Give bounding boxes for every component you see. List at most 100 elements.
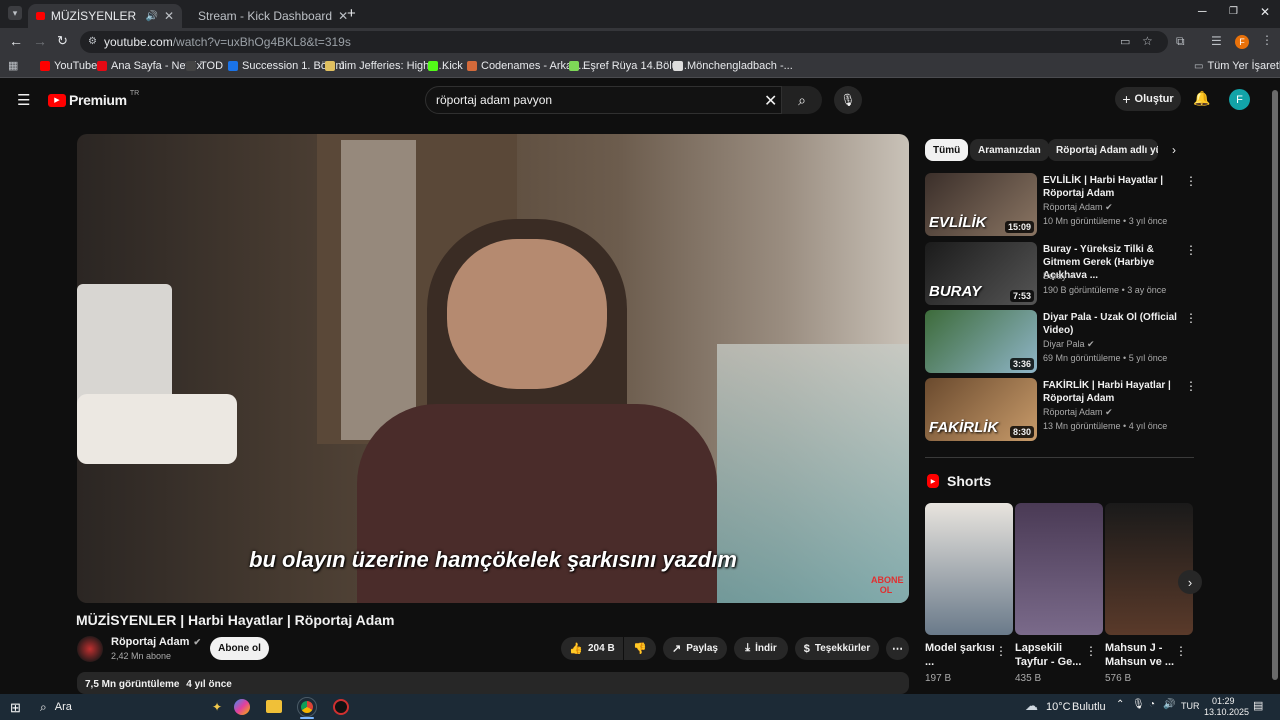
clock-time[interactable]: 01:29 xyxy=(1212,696,1235,706)
window-close-icon[interactable]: ✕ xyxy=(1260,5,1270,19)
taskbar-search[interactable]: ⌕ Ara ✦ xyxy=(32,697,222,717)
share-button[interactable]: ↗ Paylaş xyxy=(663,637,727,660)
subscribe-label: Abone ol xyxy=(218,643,261,654)
short-thumbnail[interactable] xyxy=(925,503,1013,635)
related-channel[interactable]: Röportaj Adam ✔ xyxy=(1043,407,1113,418)
taskbar-search-label: Ara xyxy=(54,701,72,713)
channel-name[interactable]: Röportaj Adam ✔ xyxy=(111,636,201,648)
bookmark-star-icon[interactable]: ☆ xyxy=(1142,34,1153,48)
chevron-right-icon[interactable]: › xyxy=(1172,143,1176,157)
related-thumbnail[interactable]: FAKİRLİK 8:30 xyxy=(925,378,1037,441)
related-channel[interactable]: Buray ✔ xyxy=(1043,271,1077,282)
shorts-next-button[interactable]: › xyxy=(1178,570,1202,594)
subscribe-button[interactable]: Abone ol xyxy=(210,637,269,660)
related-title[interactable]: EVLİLİK | Harbi Hayatlar | Röportaj Adam xyxy=(1043,174,1183,200)
restore-icon[interactable]: ❐ xyxy=(1229,6,1238,17)
clear-search-icon[interactable]: ✕ xyxy=(764,91,777,111)
short-title[interactable]: Lapsekili Tayfur - Ge... xyxy=(1015,641,1085,669)
related-thumbnail[interactable]: 3:36 xyxy=(925,310,1037,373)
more-actions-button[interactable]: ⋯ xyxy=(886,637,909,660)
search-input[interactable]: röportaj adam pavyon ✕ xyxy=(425,86,782,114)
related-thumbnail[interactable]: BURAY 7:53 xyxy=(925,242,1037,305)
download-label: İndir xyxy=(755,643,777,654)
scrollbar[interactable] xyxy=(1270,80,1280,694)
windows-start-icon[interactable]: ⊞ xyxy=(10,700,21,716)
search-button[interactable]: ⌕ xyxy=(782,86,822,114)
tab-kick[interactable]: Stream - Kick Dashboard ✕ xyxy=(184,4,348,28)
copilot-icon[interactable] xyxy=(234,699,250,715)
forward-icon[interactable]: → xyxy=(33,33,47,49)
site-info-icon[interactable]: ⚙ xyxy=(88,36,97,47)
chip-channel-uploads[interactable]: Röportaj Adam adlı yükle xyxy=(1048,139,1158,161)
scrollbar-thumb[interactable] xyxy=(1272,90,1278,680)
short-title[interactable]: Model şarkısı ... xyxy=(925,641,995,669)
cast-icon[interactable]: ▭ xyxy=(1120,35,1130,48)
more-options-icon[interactable]: ⋮ xyxy=(1185,243,1197,257)
youtube-premium-logo[interactable]: ▶ Premium TR xyxy=(48,90,139,108)
all-bookmarks[interactable]: ▭ Tüm Yer İşaretleri xyxy=(1194,60,1280,72)
related-thumbnail[interactable]: EVLİLİK 15:09 xyxy=(925,173,1037,236)
tab-search-icon[interactable]: ▾ xyxy=(8,6,22,20)
short-thumbnail[interactable] xyxy=(1105,503,1193,635)
download-button[interactable]: ⤓ İndir xyxy=(734,637,788,660)
tray-chevron-icon[interactable]: ⌃ xyxy=(1116,699,1124,710)
close-icon[interactable]: ✕ xyxy=(164,9,174,23)
new-tab-icon[interactable]: + xyxy=(347,5,356,22)
clock-date[interactable]: 13.10.2025 xyxy=(1204,707,1249,717)
notifications-bell-icon[interactable]: 🔔 xyxy=(1193,90,1210,107)
bookmark-item[interactable]: Eşref Rüya 14.Bölü... xyxy=(569,60,687,72)
more-options-icon[interactable]: ⋮ xyxy=(1185,174,1197,188)
extensions-icon[interactable]: ⧉ xyxy=(1176,34,1185,49)
chip-all[interactable]: Tümü xyxy=(925,139,969,161)
related-title[interactable]: Diyar Pala - Uzak Ol (Official Video) xyxy=(1043,311,1183,337)
short-thumbnail[interactable] xyxy=(1015,503,1103,635)
more-options-icon[interactable]: ⋮ xyxy=(995,644,1007,658)
reload-icon[interactable]: ↻ xyxy=(57,33,68,49)
hamburger-menu-icon[interactable]: ☰ xyxy=(17,91,30,109)
subscribe-watermark[interactable]: ABONE OL xyxy=(871,575,904,595)
bookmark-item[interactable]: Mönchengladbach -... xyxy=(673,60,793,72)
related-channel[interactable]: Diyar Pala ✔ xyxy=(1043,339,1095,350)
tray-wifi-icon[interactable]: ◔ xyxy=(1149,699,1155,710)
speaker-icon[interactable]: 🔊 xyxy=(145,11,157,22)
weather-text[interactable]: Bulutlu xyxy=(1072,701,1106,713)
shorts-header: ▶ Shorts xyxy=(927,473,991,489)
bookmark-item[interactable]: TOD xyxy=(186,60,223,72)
account-avatar[interactable]: F xyxy=(1229,89,1250,110)
bookmark-item[interactable]: YouTube xyxy=(40,60,97,72)
like-button[interactable]: 👍 204 B xyxy=(561,637,623,660)
apps-grid-icon[interactable]: ▦ xyxy=(8,59,18,72)
video-player[interactable]: bu olayın üzerine hamçökelek şarkısını y… xyxy=(77,134,909,603)
input-language[interactable]: TUR xyxy=(1181,701,1200,711)
more-options-icon[interactable]: ⋮ xyxy=(1175,644,1187,658)
back-icon[interactable]: ← xyxy=(9,33,23,49)
tray-volume-icon[interactable]: 🔊 xyxy=(1163,699,1175,710)
file-explorer-icon[interactable] xyxy=(266,700,282,713)
minimize-icon[interactable]: ─ xyxy=(1198,4,1207,18)
dislike-button[interactable]: 👎 xyxy=(624,637,656,660)
thanks-button[interactable]: $ Teşekkürler xyxy=(795,637,879,660)
app-icon[interactable] xyxy=(333,699,349,715)
weather-temp[interactable]: 10°C xyxy=(1046,701,1071,713)
create-button[interactable]: + Oluştur xyxy=(1115,87,1181,111)
profile-avatar[interactable]: F xyxy=(1235,35,1249,49)
short-title[interactable]: Mahsun J - Mahsun ve ... xyxy=(1105,641,1175,669)
tab-youtube[interactable]: MÜZİSYENLER | Harbi Haya 🔊 ✕ xyxy=(28,4,182,28)
bookmark-favicon-icon xyxy=(467,61,477,71)
bookmark-item[interactable]: Kick xyxy=(428,60,463,72)
reading-list-icon[interactable]: ☰ xyxy=(1211,34,1222,48)
url-input[interactable]: ⚙ youtube.com/watch?v=uxBhOg4BKL8&t=319s… xyxy=(80,31,1168,53)
related-channel[interactable]: Röportaj Adam ✔ xyxy=(1043,202,1113,213)
chrome-icon[interactable] xyxy=(297,697,317,717)
related-title[interactable]: FAKİRLİK | Harbi Hayatlar | Röportaj Ada… xyxy=(1043,379,1183,405)
chip-from-search[interactable]: Aramanızdan xyxy=(970,139,1049,161)
browser-menu-icon[interactable]: ⋮ xyxy=(1261,33,1273,47)
voice-search-button[interactable]: 🎙 xyxy=(834,86,862,114)
channel-avatar[interactable] xyxy=(77,636,103,662)
tray-mic-icon[interactable]: 🎙 xyxy=(1132,699,1145,710)
more-options-icon[interactable]: ⋮ xyxy=(1185,311,1197,325)
notification-center-icon[interactable]: ▤ xyxy=(1253,699,1263,712)
description-box[interactable]: 7,5 Mn görüntüleme 4 yıl önce xyxy=(77,672,909,694)
more-options-icon[interactable]: ⋮ xyxy=(1185,379,1197,393)
more-options-icon[interactable]: ⋮ xyxy=(1085,644,1097,658)
